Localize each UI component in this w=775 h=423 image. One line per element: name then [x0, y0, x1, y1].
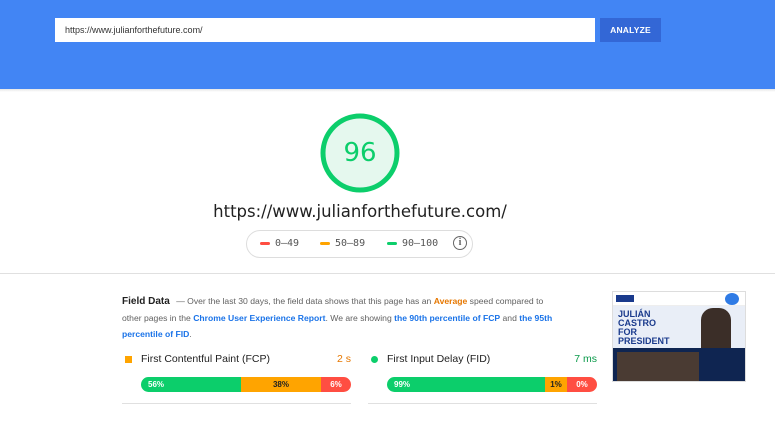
average-swatch-icon: [320, 242, 330, 245]
fid-average-segment: 1%: [545, 377, 567, 392]
fid-fast-segment: 99%: [387, 377, 545, 392]
tested-url: https://www.julianforthefuture.com/: [213, 202, 507, 221]
fcp-distribution-bar: 56% 38% 6%: [141, 377, 351, 392]
fid-distribution-bar: 99% 1% 0%: [387, 377, 597, 392]
thumb-logo: [616, 295, 634, 302]
score-legend: 0–49 50–89 90–100 i: [246, 230, 473, 258]
field-desc-text-4: and: [500, 313, 520, 323]
field-desc-text-5: .: [189, 329, 192, 339]
analyze-button[interactable]: ANALYZE: [600, 18, 661, 42]
field-desc-text-3: . We are showing: [325, 313, 395, 323]
field-data-description: Field Data — Over the last 30 days, the …: [122, 293, 562, 342]
average-square-icon: [125, 356, 132, 363]
performance-score: 96: [343, 138, 377, 168]
metric-fcp: First Contentful Paint (FCP) 2 s 56% 38%…: [122, 349, 351, 404]
legend-good-label: 90–100: [402, 238, 439, 249]
metric-fcp-value: 2 s: [336, 353, 351, 365]
top-bar: ANALYZE: [0, 0, 775, 89]
poor-swatch-icon: [260, 242, 270, 245]
fid-slow-segment: 0%: [567, 377, 597, 392]
legend-poor-label: 0–49: [275, 238, 300, 249]
thumb-hero: JULIÁN CASTRO FOR PRESIDENT: [613, 306, 745, 352]
page-screenshot-thumbnail: JULIÁN CASTRO FOR PRESIDENT: [612, 291, 746, 382]
metric-fid: First Input Delay (FID) 7 ms 99% 1% 0%: [368, 349, 597, 404]
field-data-title: Field Data: [122, 296, 170, 307]
legend-average: 50–89: [320, 238, 365, 249]
metric-fcp-name: First Contentful Paint (FCP): [141, 353, 270, 365]
thumb-headline-line-1: JULIÁN CASTRO: [618, 309, 656, 328]
fcp-percentile-link[interactable]: the 90th percentile of FCP: [394, 313, 500, 323]
good-swatch-icon: [387, 242, 397, 245]
thumb-portrait: [701, 308, 731, 352]
info-icon[interactable]: i: [453, 236, 467, 250]
fcp-average-segment: 38%: [241, 377, 321, 392]
top-bar-shadow: [0, 89, 775, 92]
legend-good: 90–100: [387, 238, 438, 249]
fcp-fast-segment: 56%: [141, 377, 241, 392]
good-circle-icon: [371, 356, 378, 363]
metric-fid-value: 7 ms: [574, 353, 597, 365]
section-divider: [0, 273, 775, 274]
thumb-donate-button: [725, 293, 739, 305]
legend-poor: 0–49: [260, 238, 299, 249]
metric-fid-name: First Input Delay (FID): [387, 353, 491, 365]
field-desc-text-1: — Over the last 30 days, the field data …: [176, 296, 434, 306]
fcp-slow-segment: 6%: [321, 377, 351, 392]
thumb-headline: JULIÁN CASTRO FOR PRESIDENT: [618, 310, 688, 346]
thumb-headline-line-2: FOR PRESIDENT: [618, 327, 670, 346]
url-input[interactable]: [55, 18, 595, 42]
speed-rating: Average: [433, 296, 468, 306]
legend-average-label: 50–89: [335, 238, 366, 249]
crux-report-link[interactable]: Chrome User Experience Report: [193, 313, 325, 323]
thumb-photo: [617, 352, 699, 381]
